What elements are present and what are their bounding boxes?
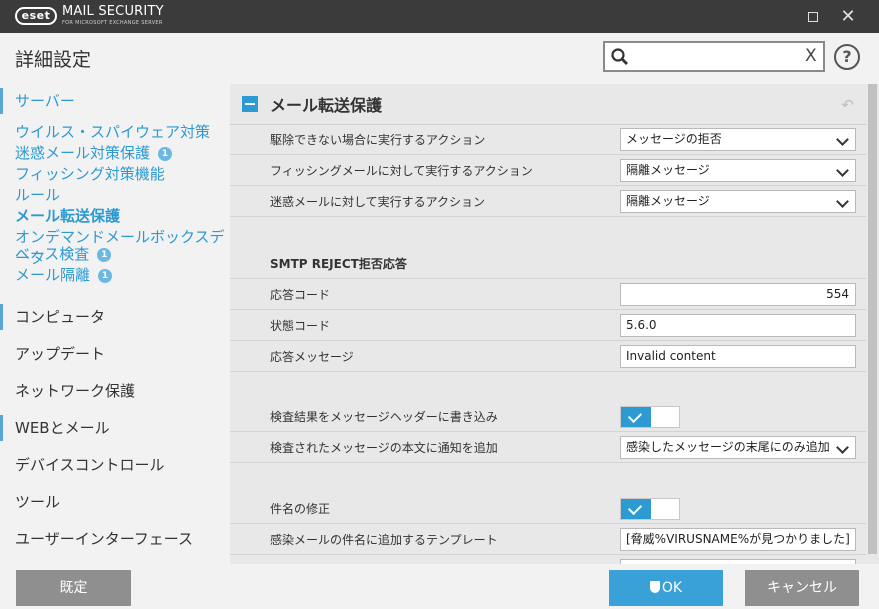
help-icon[interactable]: ? [834, 44, 860, 70]
sidebar-subitem-antivirus[interactable]: ウイルス・スパイウェア対策 [15, 122, 210, 143]
setting-row: 応答コード 554 [230, 279, 866, 310]
setting-label: 迷惑メールに対して実行するアクション [270, 195, 486, 209]
setting-label: 検査結果をメッセージヘッダーに書き込み [270, 410, 498, 424]
setting-row: 迷惑メールに対して実行するアクション 隔離メッセージ [230, 186, 866, 217]
notification-badge: 1 [98, 269, 113, 283]
chevron-down-icon [836, 164, 849, 177]
notification-badge: 1 [158, 147, 173, 161]
next-setting-field[interactable] [620, 559, 856, 564]
sidebar-item-user-interface[interactable]: ユーザーインターフェース [0, 526, 230, 552]
sidebar-item-tools[interactable]: ツール [0, 489, 230, 515]
product-name: MAIL SECURITY [62, 4, 164, 19]
settings-panel: メール転送保護 ↶ 駆除できない場合に実行するアクション メッセージの拒否 フィ… [230, 84, 866, 564]
section-title: メール転送保護 [270, 96, 383, 115]
write-header-toggle[interactable] [620, 406, 680, 428]
sidebar-subitem-antispam[interactable]: 迷惑メール対策保護 1 [15, 143, 173, 164]
title-bar: eset MAIL SECURITY FOR MICROSOFT EXCHANG… [0, 0, 879, 33]
phishing-action-dropdown[interactable]: 隔離メッセージ [620, 159, 856, 182]
sidebar-item-update[interactable]: アップデート [0, 341, 230, 367]
undo-icon[interactable]: ↶ [841, 96, 854, 114]
sidebar-subitem-antiphishing[interactable]: フィッシング対策機能 [15, 164, 165, 185]
sidebar-subitem-ondemand-scan-2[interactable]: ベース検査 1 [15, 244, 112, 265]
check-icon [621, 499, 651, 519]
response-message-field[interactable]: Invalid content [620, 345, 856, 368]
dropdown-value: 隔離メッセージ [626, 163, 710, 177]
sidebar-subitem-rules[interactable]: ルール [15, 185, 60, 206]
sidebar-item-device-control[interactable]: デバイスコントロール [0, 452, 230, 478]
setting-label: 応答コード [270, 288, 331, 302]
modify-subject-toggle[interactable] [620, 498, 680, 520]
append-notification-dropdown[interactable]: 感染したメッセージの末尾にのみ追加 [620, 436, 856, 459]
ok-button[interactable]: OK [609, 570, 723, 606]
subject-template-field[interactable]: [脅威%VIRUSNAME%が見つかりました] [620, 528, 856, 551]
setting-row: 検査されたメッセージの本文に通知を追加 感染したメッセージの末尾にのみ追加 [230, 432, 866, 463]
search-box[interactable]: X [603, 41, 825, 72]
setting-label: 検査されたメッセージの本文に通知を追加 [270, 441, 498, 455]
shield-icon [649, 581, 660, 593]
setting-row: フィッシングメールに対して実行するアクション 隔離メッセージ [230, 155, 866, 186]
setting-row: 状態コード 5.6.0 [230, 310, 866, 341]
sidebar-subitem-mail-transport[interactable]: メール転送保護 [15, 206, 120, 227]
sidebar-subitem-quarantine[interactable]: メール隔離 1 [15, 265, 113, 286]
clear-search-icon[interactable]: X [805, 46, 817, 66]
setting-row [230, 555, 866, 564]
product-subtitle: FOR MICROSOFT EXCHANGE SERVER [62, 20, 163, 26]
sidebar-item-web-mail[interactable]: WEBとメール [0, 415, 230, 441]
close-button[interactable]: ✕ [831, 0, 865, 33]
status-code-field[interactable]: 5.6.0 [620, 314, 856, 337]
sidebar-item-computer[interactable]: コンピュータ [0, 304, 230, 330]
sidebar-subitem-label: ベース検査 [15, 245, 90, 263]
eset-logo: eset [15, 7, 57, 25]
sidebar-item-server[interactable]: サーバー [0, 88, 230, 114]
chevron-down-icon [836, 195, 849, 208]
setting-label: 状態コード [270, 319, 331, 333]
setting-label: 感染メールの件名に追加するテンプレート [270, 533, 498, 547]
check-icon [621, 407, 651, 427]
scrollbar-thumb[interactable] [868, 84, 877, 554]
collapse-icon[interactable] [242, 96, 258, 112]
cancel-button[interactable]: キャンセル [745, 570, 859, 606]
maximize-icon [808, 11, 818, 22]
dropdown-value: メッセージの拒否 [626, 132, 722, 146]
dropdown-value: 感染したメッセージの末尾にのみ追加 [626, 440, 830, 454]
search-input[interactable] [633, 46, 798, 68]
setting-row: 感染メールの件名に追加するテンプレート [脅威%VIRUSNAME%が見つかりま… [230, 524, 866, 555]
setting-row: 検査結果をメッセージヘッダーに書き込み [230, 401, 866, 432]
page-title: 詳細設定 [15, 49, 92, 71]
setting-heading: SMTP REJECT拒否応答 [270, 257, 407, 271]
chevron-down-icon [836, 133, 849, 146]
dropdown-value: 隔離メッセージ [626, 194, 710, 208]
sidebar-item-network[interactable]: ネットワーク保護 [0, 378, 230, 404]
setting-row: 駆除できない場合に実行するアクション メッセージの拒否 [230, 124, 866, 155]
response-code-field[interactable]: 554 [620, 283, 856, 306]
ok-label: OK [661, 580, 683, 596]
uncleaned-action-dropdown[interactable]: メッセージの拒否 [620, 128, 856, 151]
default-button[interactable]: 既定 [16, 570, 131, 606]
setting-label: フィッシングメールに対して実行するアクション [270, 164, 533, 178]
setting-label: 応答メッセージ [270, 350, 354, 364]
maximize-button[interactable] [796, 0, 830, 33]
notification-badge: 1 [97, 248, 112, 262]
setting-label: 駆除できない場合に実行するアクション [270, 133, 486, 147]
search-icon [611, 48, 628, 65]
setting-row: 応答メッセージ Invalid content [230, 341, 866, 372]
chevron-down-icon [836, 441, 849, 454]
scrollbar[interactable] [866, 84, 879, 564]
sidebar-subitem-label: メール隔離 [15, 266, 91, 284]
spam-action-dropdown[interactable]: 隔離メッセージ [620, 190, 856, 213]
section-header[interactable]: メール転送保護 ↶ [230, 84, 866, 125]
sidebar-subitem-label: 迷惑メール対策保護 [15, 144, 151, 162]
smtp-reject-heading: SMTP REJECT拒否応答 [230, 248, 866, 279]
setting-label: 件名の修正 [270, 502, 331, 516]
setting-row: 件名の修正 [230, 493, 866, 524]
